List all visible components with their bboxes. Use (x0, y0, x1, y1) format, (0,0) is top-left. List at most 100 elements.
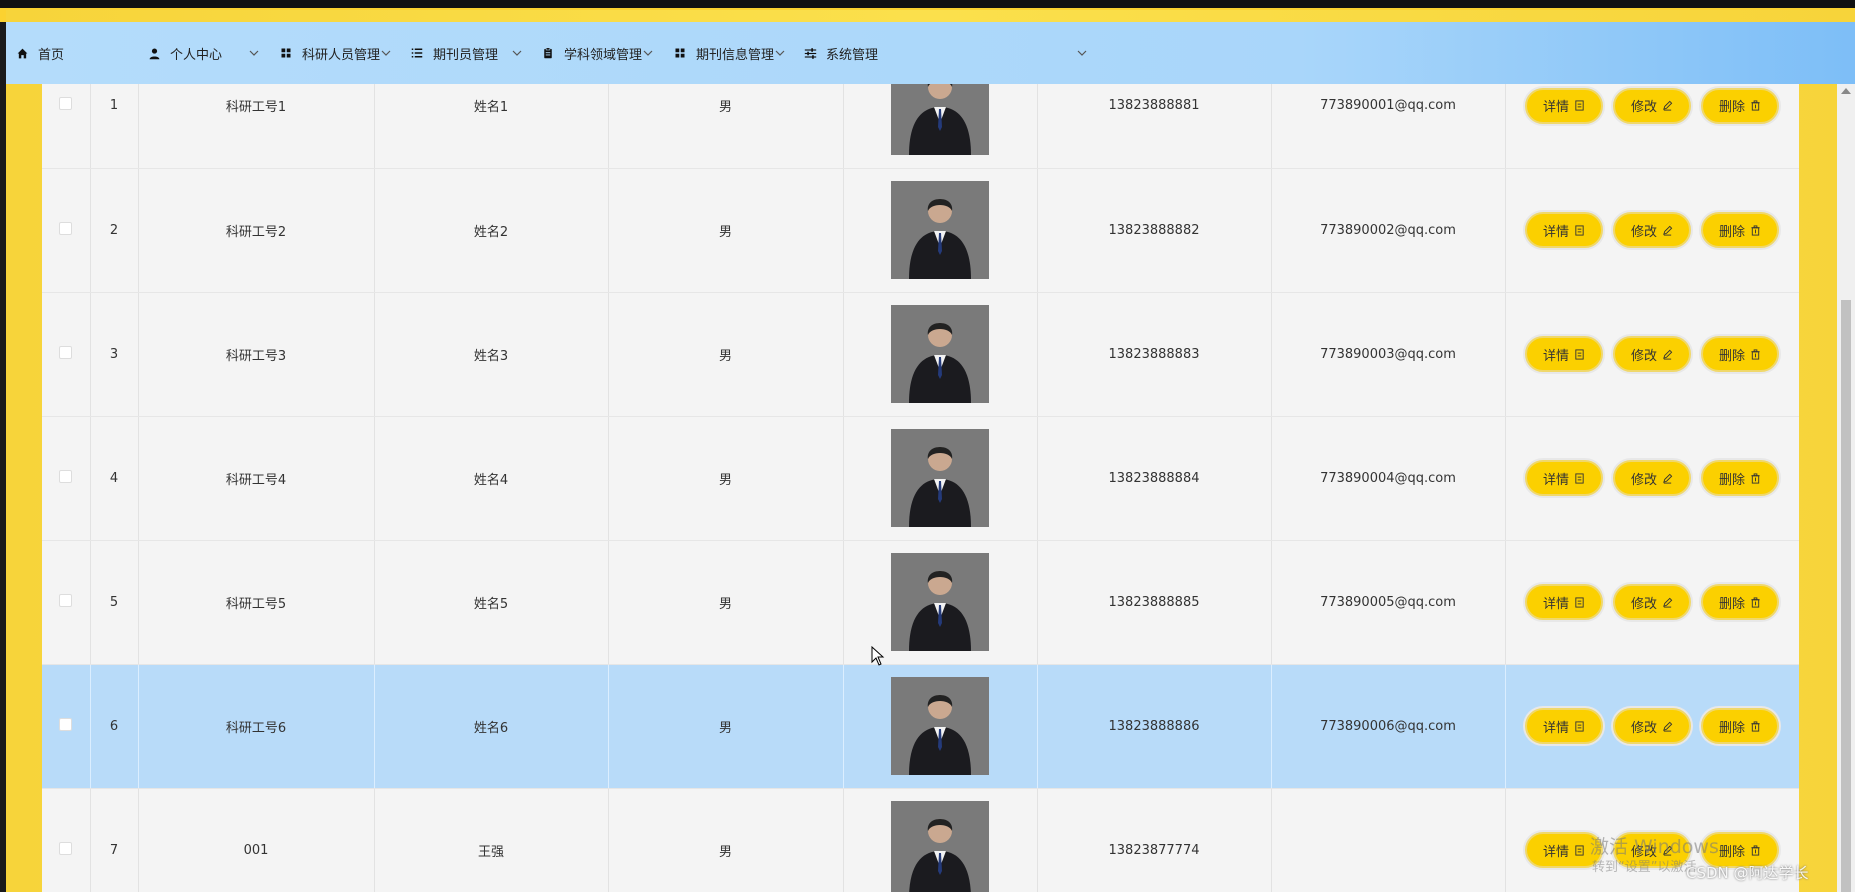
nav-item-journal-staff-management[interactable]: 期刊员管理 (409, 22, 522, 84)
gender-cell: 男 (608, 416, 844, 541)
delete-button-label: 删除 (1718, 596, 1745, 612)
portrait-image (891, 553, 989, 651)
portrait-image (891, 429, 989, 527)
index-cell: 6 (90, 664, 139, 789)
photo-cell (843, 788, 1038, 892)
nav-item-researcher-management[interactable]: 科研人员管理 (278, 22, 391, 84)
chevron-down-icon (380, 22, 392, 84)
document-icon (1575, 596, 1584, 608)
researcher-photo[interactable] (891, 677, 989, 775)
edit-button[interactable]: 修改 (1613, 336, 1691, 372)
row-checkbox[interactable] (59, 717, 73, 731)
nav-item-label: 期刊信息管理 (696, 47, 775, 63)
edit-button[interactable]: 修改 (1613, 212, 1691, 248)
photo-cell (843, 664, 1038, 789)
delete-button[interactable]: 删除 (1701, 460, 1779, 496)
researcher-photo[interactable] (891, 553, 989, 651)
windows-activation-title: 激活 Windows (1590, 836, 1719, 858)
researcher-photo[interactable] (891, 429, 989, 527)
photo-cell (843, 168, 1038, 293)
scroll-thumb[interactable] (1841, 300, 1851, 892)
document-icon (1575, 100, 1584, 111)
delete-button[interactable]: 删除 (1701, 212, 1779, 248)
table-row[interactable]: 7 001 王强 男 13823877774 详情 修改 删除 (42, 788, 1799, 892)
table-row[interactable]: 4 科研工号4 姓名4 男 13823888884 773890004@qq.c… (42, 416, 1799, 541)
clipboard-icon (540, 45, 556, 61)
row-checkbox[interactable] (59, 97, 73, 111)
nav-item-label: 个人中心 (170, 47, 223, 63)
detail-button[interactable]: 详情 (1525, 460, 1603, 496)
select-cell (42, 540, 91, 665)
phone-cell: 13823877774 (1037, 788, 1272, 892)
researcher-photo[interactable] (891, 181, 989, 279)
table-row[interactable]: 6 科研工号6 姓名6 男 13823888886 773890006@qq.c… (42, 664, 1799, 789)
table-row[interactable]: 2 科研工号2 姓名2 男 13823888882 773890002@qq.c… (42, 168, 1799, 293)
email-cell: 773890001@qq.com (1271, 84, 1506, 169)
detail-button[interactable]: 详情 (1525, 584, 1603, 620)
email-value: 773890004@qq.com (1320, 470, 1456, 486)
delete-button-label: 删除 (1718, 348, 1745, 364)
detail-button[interactable]: 详情 (1525, 336, 1603, 372)
select-cell (42, 788, 91, 892)
select-cell (42, 84, 91, 169)
delete-button-label: 删除 (1718, 100, 1745, 116)
actions-cell: 详情 修改 删除 (1505, 664, 1799, 789)
nav-item-personal-center[interactable]: 个人中心 (146, 22, 259, 84)
detail-button[interactable]: 详情 (1525, 212, 1603, 248)
actions-cell: 详情 修改 删除 (1505, 292, 1799, 417)
table-row[interactable]: 5 科研工号5 姓名5 男 13823888885 773890005@qq.c… (42, 540, 1799, 665)
table-row[interactable]: 1 科研工号1 姓名1 男 13823888881 773890001@qq.c… (42, 84, 1799, 169)
vertical-scrollbar[interactable] (1837, 84, 1855, 892)
nav-item-system-management[interactable]: 系统管理 (802, 22, 1087, 84)
researcher-photo[interactable] (891, 305, 989, 403)
trash-icon (1751, 596, 1760, 608)
trash-icon (1751, 100, 1760, 111)
index-cell: 2 (90, 168, 139, 293)
delete-button[interactable]: 删除 (1701, 87, 1779, 124)
scroll-up-arrow-icon[interactable] (1841, 88, 1851, 94)
email-cell: 773890003@qq.com (1271, 292, 1506, 417)
gender-value: 男 (718, 720, 732, 736)
row-index: 5 (109, 594, 119, 610)
delete-button-label: 删除 (1718, 472, 1745, 488)
photo-cell (843, 416, 1038, 541)
pencil-icon (1663, 473, 1673, 484)
row-checkbox[interactable] (59, 593, 73, 607)
trash-icon (1751, 844, 1760, 856)
user-icon (146, 45, 162, 61)
portrait-image (891, 84, 989, 155)
row-checkbox[interactable] (59, 469, 73, 483)
edit-button[interactable]: 修改 (1613, 708, 1691, 744)
delete-button[interactable]: 删除 (1701, 336, 1779, 372)
pencil-icon (1663, 225, 1673, 236)
edit-button-label: 修改 (1630, 596, 1657, 612)
index-cell: 4 (90, 416, 139, 541)
researcher-photo[interactable] (891, 801, 989, 892)
gender-value: 男 (718, 472, 732, 488)
row-checkbox[interactable] (59, 221, 73, 235)
detail-button[interactable]: 详情 (1525, 87, 1603, 124)
select-cell (42, 292, 91, 417)
detail-button[interactable]: 详情 (1525, 708, 1603, 744)
list-icon (409, 45, 425, 61)
work-id-cell: 科研工号5 (138, 540, 375, 665)
researcher-photo[interactable] (891, 84, 989, 155)
edit-button-label: 修改 (1630, 348, 1657, 364)
nav-item-journal-info-management[interactable]: 期刊信息管理 (672, 22, 785, 84)
actions-cell: 详情 修改 删除 (1505, 540, 1799, 665)
delete-button[interactable]: 删除 (1701, 584, 1779, 620)
row-index: 4 (109, 470, 119, 486)
row-checkbox[interactable] (59, 841, 73, 855)
nav-item-home[interactable]: 首页 (14, 22, 64, 84)
row-checkbox[interactable] (59, 345, 73, 359)
table-row[interactable]: 3 科研工号3 姓名3 男 13823888883 773890003@qq.c… (42, 292, 1799, 417)
edit-button[interactable]: 修改 (1613, 584, 1691, 620)
edit-button[interactable]: 修改 (1613, 460, 1691, 496)
edit-button[interactable]: 修改 (1613, 87, 1691, 124)
work-id-value: 科研工号5 (225, 596, 287, 612)
nav-item-label: 系统管理 (826, 47, 879, 63)
delete-button[interactable]: 删除 (1701, 708, 1779, 744)
phone-value: 13823888885 (1108, 594, 1200, 610)
csdn-watermark: CSDN @阿达学长 (1686, 864, 1809, 882)
nav-item-subject-area-management[interactable]: 学科领域管理 (540, 22, 653, 84)
